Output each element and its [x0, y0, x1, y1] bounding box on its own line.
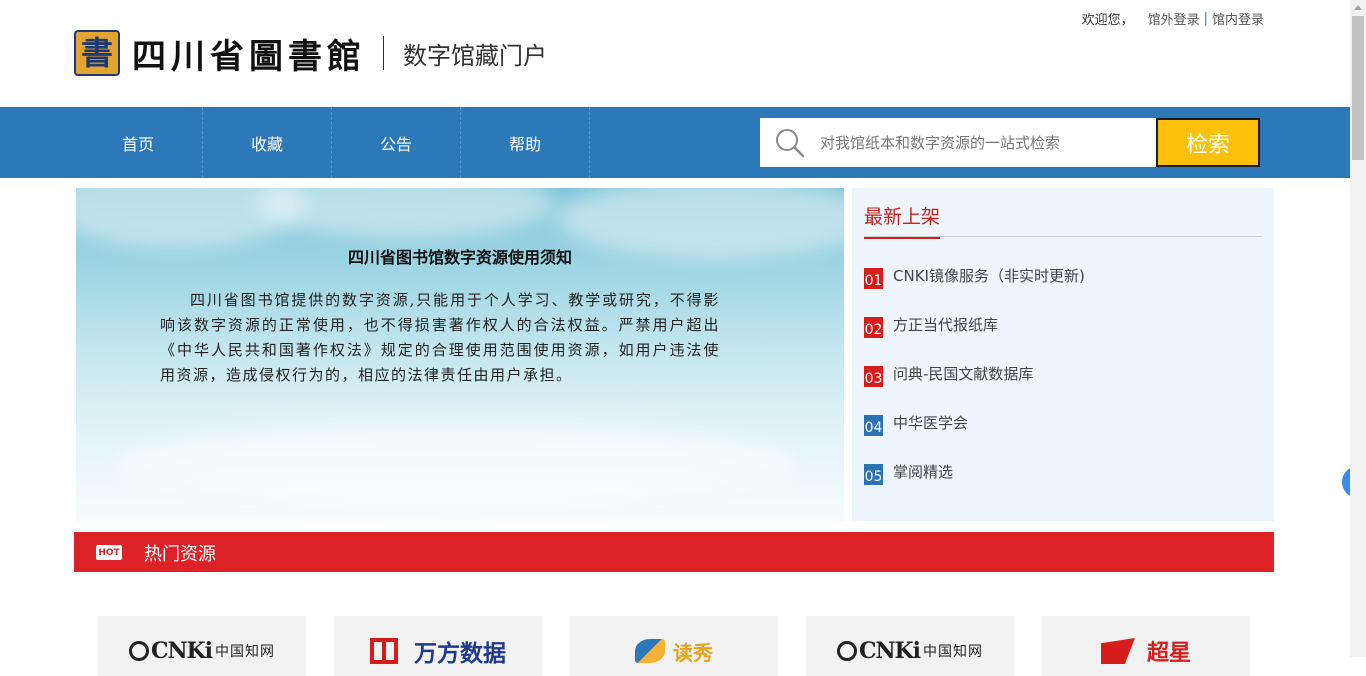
- cnki-logo: CNKi 中国知网: [98, 636, 306, 666]
- newest-item[interactable]: 04 中华医学会: [864, 411, 969, 436]
- wanfang-mark-icon: [370, 638, 398, 664]
- welcome-text: 欢迎您，: [1081, 13, 1134, 28]
- nav-item-home[interactable]: 首页: [74, 107, 203, 178]
- library-logo[interactable]: 書 四川省圖書館 数字馆藏门户: [74, 28, 547, 78]
- vertical-scrollbar[interactable]: [1350, 0, 1366, 657]
- internal-login-link[interactable]: 馆内登录: [1212, 9, 1264, 28]
- nav-item-favorites[interactable]: 收藏: [203, 107, 332, 178]
- logo-divider: [383, 36, 384, 70]
- notice-body: 四川省图书馆提供的数字资源,只能用于个人学习、教学或研究，不得影响该数字资源的正…: [160, 291, 720, 384]
- item-number-badge: 03: [864, 365, 883, 387]
- usage-notice-panel: 四川省图书馆数字资源使用须知 四川省图书馆提供的数字资源,只能用于个人学习、教学…: [76, 188, 844, 521]
- duxiu-logo: 读秀: [570, 636, 778, 666]
- scroll-thumb[interactable]: [1352, 16, 1364, 160]
- resource-card-wanfang[interactable]: 万方数据: [334, 616, 542, 676]
- cnki-latin: CNKi: [858, 638, 921, 664]
- duxiu-name: 读秀: [673, 640, 713, 665]
- item-number-badge: 04: [864, 414, 883, 436]
- resource-card-duxiu[interactable]: 读秀: [570, 616, 778, 676]
- external-login-link[interactable]: 馆外登录: [1148, 9, 1200, 28]
- nav-item-help[interactable]: 帮助: [461, 107, 590, 178]
- chaoxing-name: 超星: [1146, 641, 1191, 666]
- hot-resources-bar: HOT 热门资源: [74, 532, 1274, 572]
- search-button[interactable]: 检索: [1156, 118, 1260, 167]
- item-number-badge: 05: [864, 463, 883, 485]
- portal-name: 数字馆藏门户: [403, 41, 547, 70]
- chaoxing-mark-icon: [1100, 638, 1135, 664]
- duxiu-mark-icon: [635, 639, 665, 663]
- cnki-ring-icon: [128, 641, 149, 661]
- title-divider: [864, 236, 1262, 237]
- chaoxing-logo: 超星: [1042, 636, 1250, 666]
- library-seal-icon: 書: [74, 30, 120, 76]
- cloud-decoration: [116, 418, 796, 508]
- wanfang-name: 万方数据: [414, 641, 506, 667]
- newest-title: 最新上架: [864, 202, 941, 239]
- cloud-decoration: [256, 188, 556, 238]
- search-input[interactable]: [820, 122, 1140, 163]
- login-links: 欢迎您， 馆外登录 | 馆内登录: [1082, 9, 1264, 28]
- nav-menu: 首页 收藏 公告 帮助: [74, 107, 590, 178]
- scroll-up-arrow-icon[interactable]: [1354, 5, 1362, 10]
- hot-resources-title: 热门资源: [144, 544, 216, 565]
- login-separator: |: [1203, 11, 1208, 26]
- newest-item-label: 方正当代报纸库: [893, 315, 999, 334]
- resource-card-cnki[interactable]: CNKi 中国知网: [98, 616, 306, 676]
- main-navbar: 首页 收藏 公告 帮助 检索: [0, 107, 1350, 178]
- resource-card-chaoxing[interactable]: 超星: [1042, 616, 1250, 676]
- resource-card-cnki-2[interactable]: CNKi 中国知网: [806, 616, 1014, 676]
- newest-item-label: 中华医学会: [893, 413, 969, 432]
- cnki-latin: CNKi: [150, 638, 213, 664]
- newest-item[interactable]: 01 CNKI镜像服务（非实时更新): [864, 264, 1085, 289]
- notice-title: 四川省图书馆数字资源使用须知: [347, 248, 572, 267]
- newest-item[interactable]: 05 掌阅精选: [864, 460, 954, 485]
- item-number-badge: 01: [864, 267, 883, 289]
- nav-item-announcements[interactable]: 公告: [332, 107, 461, 178]
- newest-item-label: CNKI镜像服务（非实时更新): [893, 266, 1085, 285]
- header: 書 四川省圖書館 数字馆藏门户 欢迎您， 馆外登录 | 馆内登录: [0, 0, 1350, 107]
- newest-item[interactable]: 03 问典-民国文献数据库: [864, 362, 1034, 387]
- search-box: [760, 118, 1156, 167]
- newest-item[interactable]: 02 方正当代报纸库: [864, 313, 999, 338]
- item-number-badge: 02: [864, 316, 883, 338]
- wanfang-logo: 万方数据: [334, 636, 542, 667]
- newest-resources-panel: 最新上架 01 CNKI镜像服务（非实时更新) 02 方正当代报纸库 03 问典…: [852, 188, 1274, 521]
- cnki-chinese: 中国知网: [215, 644, 276, 660]
- newest-item-label: 掌阅精选: [893, 462, 954, 481]
- newest-item-label: 问典-民国文献数据库: [893, 364, 1034, 383]
- cnki-logo: CNKi 中国知网: [806, 636, 1014, 666]
- hot-badge-icon: HOT: [96, 545, 122, 560]
- search-icon: [760, 118, 820, 167]
- library-name: 四川省圖書館: [132, 36, 366, 77]
- cnki-ring-icon: [836, 641, 857, 661]
- cnki-chinese: 中国知网: [923, 644, 984, 660]
